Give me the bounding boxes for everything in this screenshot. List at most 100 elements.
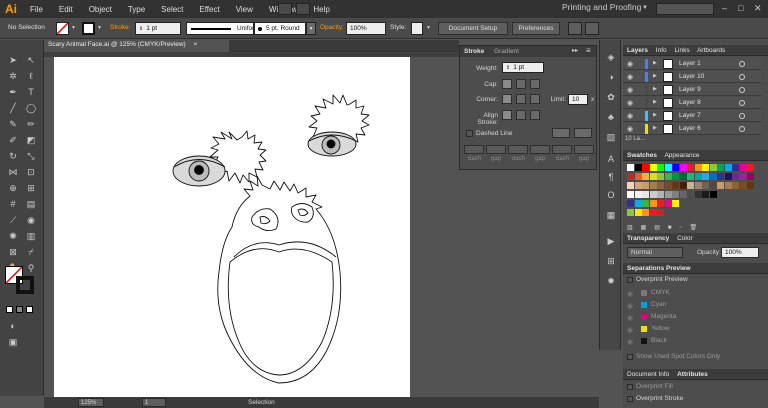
color-swatch[interactable] (747, 173, 754, 180)
menu-edit[interactable]: Edit (51, 5, 81, 14)
color-swatch[interactable] (679, 182, 687, 189)
preferences-button[interactable]: Preferences (512, 22, 560, 35)
target-circle-icon[interactable] (739, 100, 745, 106)
visibility-eye-icon[interactable]: ◉ (627, 112, 633, 120)
collapse-icon[interactable]: ▸▸ (572, 47, 578, 54)
butt-cap-icon[interactable] (502, 79, 512, 89)
color-swatch[interactable] (709, 182, 717, 189)
color-mode-icon[interactable] (6, 306, 13, 313)
color-swatch[interactable] (627, 209, 634, 216)
color-swatch[interactable] (657, 164, 664, 171)
character-icon[interactable]: A (604, 152, 618, 166)
expand-triangle-icon[interactable]: ▶ (653, 99, 657, 105)
mesh-tool-icon[interactable]: # (6, 198, 20, 210)
color-swatch[interactable] (634, 191, 642, 198)
bevel-join-icon[interactable] (530, 94, 540, 104)
color-swatch[interactable] (694, 173, 702, 180)
artboard-tool-icon[interactable]: ⊠ (6, 246, 20, 258)
gap-field-1[interactable] (486, 145, 506, 154)
color-icon[interactable]: ◑ (604, 70, 618, 84)
width-tool-icon[interactable]: ⋈ (6, 166, 20, 178)
visibility-eye-icon[interactable]: ◉ (627, 338, 633, 346)
color-swatch[interactable] (672, 182, 679, 189)
panel-menu-icon[interactable]: ≡ (586, 46, 591, 55)
bridge-button[interactable] (278, 3, 292, 15)
expand-triangle-icon[interactable]: ▶ (653, 112, 657, 118)
opacity-field[interactable]: 100% (721, 247, 759, 258)
overprint-fill-checkbox[interactable] (627, 384, 633, 390)
color-swatch[interactable] (672, 173, 679, 180)
color-swatch[interactable] (687, 182, 694, 189)
menu-object[interactable]: Object (81, 5, 120, 14)
color-swatch[interactable] (664, 200, 672, 207)
expand-triangle-icon[interactable]: ▶ (653, 125, 657, 131)
paintbrush-tool-icon[interactable]: ✎ (6, 118, 20, 130)
opentype-icon[interactable]: O (604, 188, 618, 202)
symbols-icon[interactable]: ♣ (604, 110, 618, 124)
dash-field-3[interactable] (552, 145, 572, 154)
visibility-eye-icon[interactable]: ◉ (627, 290, 633, 298)
color-swatch[interactable] (709, 173, 717, 180)
stroke-label[interactable]: Stroke: (110, 24, 131, 31)
target-circle-icon[interactable] (739, 74, 745, 80)
target-circle-icon[interactable] (739, 61, 745, 67)
color-swatch[interactable] (664, 191, 672, 198)
visibility-eye-icon[interactable]: ◉ (627, 125, 633, 133)
color-swatch[interactable] (627, 164, 634, 171)
color-swatch[interactable] (724, 182, 732, 189)
blend-mode-dropdown[interactable]: Normal (627, 247, 683, 258)
delete-swatch-icon[interactable]: 🗑 (690, 225, 698, 231)
overprint-stroke-checkbox[interactable] (627, 396, 633, 402)
document-tab[interactable]: Scary Animal Face.ai @ 125% (CMYK/Previe… (44, 40, 229, 52)
color-swatch[interactable] (687, 173, 694, 180)
lasso-tool-icon[interactable]: ℓ (24, 70, 38, 82)
magic-wand-icon[interactable]: ✲ (6, 70, 20, 82)
align-center-icon[interactable] (502, 110, 512, 120)
separation-row[interactable]: ◉ Yellow (627, 324, 761, 336)
scale-tool-icon[interactable]: ⤡ (24, 150, 38, 162)
color-swatch[interactable] (679, 191, 687, 198)
color-swatch[interactable] (709, 164, 717, 171)
column-graph-tool-icon[interactable]: ▥ (24, 230, 38, 242)
tab-color[interactable]: Color (677, 235, 693, 242)
color-swatch[interactable] (634, 173, 642, 180)
color-swatch[interactable] (724, 173, 732, 180)
arrange-button[interactable] (568, 22, 582, 35)
color-swatch[interactable] (709, 191, 717, 198)
visibility-eye-icon[interactable]: ◉ (627, 326, 633, 334)
gradient-mode-icon[interactable] (16, 306, 23, 313)
gradient-tool-icon[interactable]: ▤ (24, 198, 38, 210)
visibility-eye-icon[interactable]: ◉ (627, 60, 633, 68)
swatch-libraries-icon[interactable]: ▥ (627, 225, 633, 231)
menu-type[interactable]: Type (120, 5, 153, 14)
separation-row[interactable]: ◉ Magenta (627, 312, 761, 324)
color-swatch[interactable] (664, 173, 672, 180)
close-window-icon[interactable]: ✕ (754, 3, 762, 14)
stroke-color-box[interactable] (16, 276, 34, 294)
dash-field-2[interactable] (508, 145, 528, 154)
expand-triangle-icon[interactable]: ▶ (653, 60, 657, 66)
slice-tool-icon[interactable]: ⌿ (24, 246, 38, 258)
screen-mode-icon[interactable]: ▣ (6, 336, 20, 348)
target-circle-icon[interactable] (739, 126, 745, 132)
color-swatch[interactable] (642, 191, 649, 198)
shape-builder-tool-icon[interactable]: ⊕ (6, 182, 20, 194)
layer-name[interactable]: Layer 9 (679, 86, 701, 93)
layer-name[interactable]: Layer 10 (679, 73, 704, 80)
maximize-icon[interactable]: □ (738, 3, 743, 13)
color-swatch[interactable] (672, 200, 679, 207)
free-transform-tool-icon[interactable]: ⊡ (24, 166, 38, 178)
color-swatch[interactable] (649, 164, 657, 171)
layer-row[interactable]: ◉ ▶ Layer 7 (623, 110, 761, 122)
color-swatch[interactable] (687, 164, 694, 171)
draw-mode-icon[interactable]: ◐ (6, 320, 20, 332)
layer-name[interactable]: Layer 7 (679, 112, 701, 119)
color-swatch[interactable] (642, 164, 649, 171)
align-inside-icon[interactable] (516, 110, 526, 120)
overprint-preview-checkbox[interactable] (627, 277, 633, 283)
color-swatch[interactable] (702, 164, 709, 171)
color-swatch[interactable] (717, 164, 724, 171)
color-swatch[interactable] (732, 173, 739, 180)
expand-triangle-icon[interactable]: ▶ (653, 73, 657, 79)
color-swatch[interactable] (739, 164, 747, 171)
